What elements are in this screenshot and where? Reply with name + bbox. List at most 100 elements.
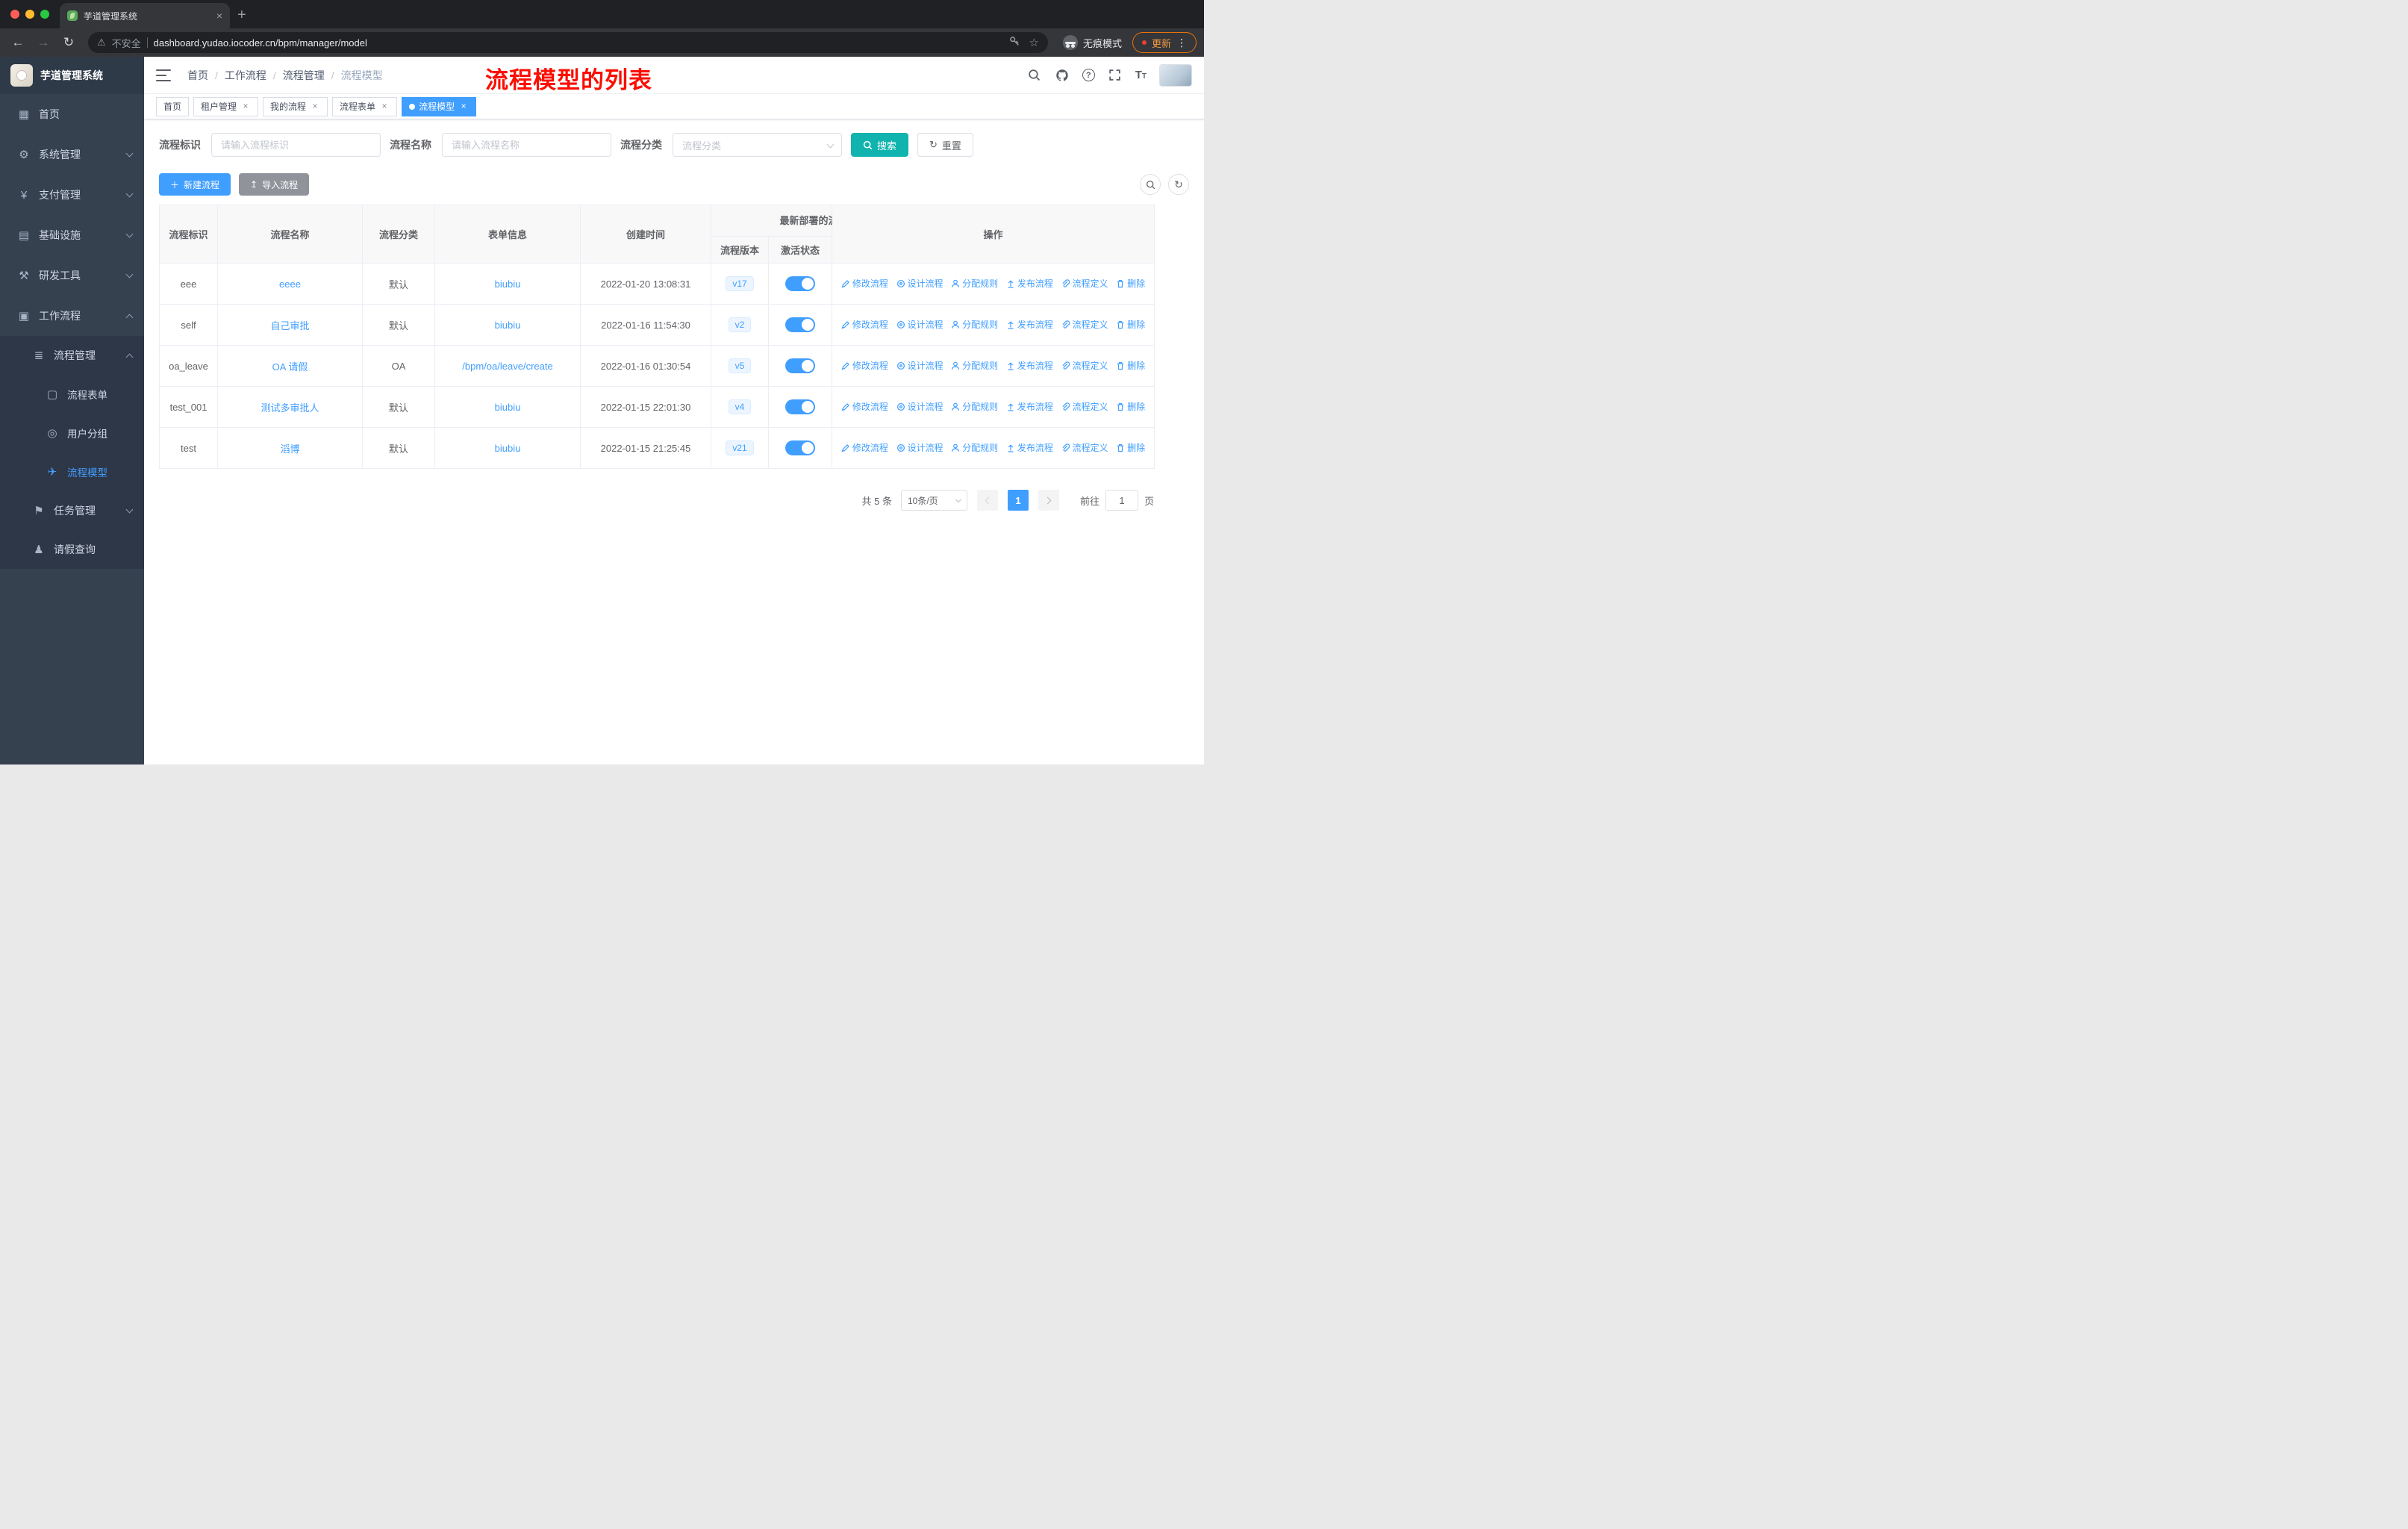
tag-tenant[interactable]: 租户管理 ×: [193, 96, 259, 116]
process-name-link[interactable]: 自己审批: [270, 320, 309, 331]
forward-icon[interactable]: →: [33, 32, 54, 53]
process-definition-link[interactable]: 流程定义: [1061, 441, 1108, 454]
current-page[interactable]: 1: [1007, 490, 1029, 511]
edit-process-link[interactable]: 修改流程: [841, 400, 888, 413]
process-definition-link[interactable]: 流程定义: [1061, 359, 1108, 372]
edit-process-link[interactable]: 修改流程: [841, 277, 888, 290]
design-process-link[interactable]: 设计流程: [896, 400, 943, 413]
font-size-icon[interactable]: TT: [1135, 69, 1147, 81]
page-size-select[interactable]: 10条/页: [900, 490, 967, 511]
browser-tab[interactable]: 芋道管理系统 ×: [60, 3, 230, 28]
sidebar-item-leave-query[interactable]: ♟ 请假查询: [0, 530, 144, 569]
process-key-input[interactable]: [211, 133, 381, 157]
password-key-icon[interactable]: [1009, 36, 1020, 47]
goto-page-input[interactable]: [1105, 490, 1138, 511]
address-bar[interactable]: ⚠ 不安全 dashboard.yudao.iocoder.cn/bpm/man…: [88, 32, 1048, 53]
toggle-search-button[interactable]: [1140, 174, 1161, 195]
delete-process-link[interactable]: 删除: [1116, 400, 1145, 413]
create-process-button[interactable]: ＋ 新建流程: [159, 173, 231, 196]
breadcrumb-workflow[interactable]: 工作流程: [225, 68, 266, 83]
collapse-sidebar-icon[interactable]: [156, 69, 171, 81]
design-process-link[interactable]: 设计流程: [896, 318, 943, 331]
breadcrumb-home[interactable]: 首页: [187, 68, 208, 83]
tag-process-form[interactable]: 流程表单 ×: [332, 96, 398, 116]
category-select[interactable]: 流程分类: [673, 133, 842, 157]
sidebar-item-workflow[interactable]: ▣ 工作流程: [0, 296, 144, 336]
search-icon[interactable]: [1027, 68, 1042, 83]
back-icon[interactable]: ←: [7, 32, 28, 53]
active-toggle[interactable]: [785, 317, 815, 332]
delete-process-link[interactable]: 删除: [1116, 359, 1145, 372]
assign-rule-link[interactable]: 分配规则: [951, 441, 998, 454]
security-label[interactable]: 不安全: [112, 36, 141, 50]
form-info-link[interactable]: biubiu: [495, 443, 521, 454]
version-badge[interactable]: v17: [726, 276, 754, 291]
process-name-link[interactable]: 滔博: [280, 443, 299, 455]
form-info-link[interactable]: /bpm/oa/leave/create: [462, 361, 552, 372]
delete-process-link[interactable]: 删除: [1116, 318, 1145, 331]
assign-rule-link[interactable]: 分配规则: [951, 359, 998, 372]
process-name-link[interactable]: eeee: [279, 278, 301, 290]
active-toggle[interactable]: [785, 276, 815, 291]
process-name-input[interactable]: [442, 133, 611, 157]
design-process-link[interactable]: 设计流程: [896, 441, 943, 454]
version-badge[interactable]: v4: [728, 399, 752, 414]
reload-icon[interactable]: ↻: [58, 32, 79, 53]
github-icon[interactable]: [1055, 68, 1070, 83]
sidebar-item-task-management[interactable]: ⚑ 任务管理: [0, 491, 144, 530]
next-page-button[interactable]: [1038, 490, 1059, 511]
delete-process-link[interactable]: 删除: [1116, 277, 1145, 290]
edit-process-link[interactable]: 修改流程: [841, 318, 888, 331]
process-definition-link[interactable]: 流程定义: [1061, 318, 1108, 331]
tag-my-process[interactable]: 我的流程 ×: [263, 96, 328, 116]
maximize-window-icon[interactable]: [40, 10, 49, 19]
tag-process-model[interactable]: 流程模型 ×: [402, 96, 477, 116]
close-icon[interactable]: ×: [310, 102, 320, 112]
delete-process-link[interactable]: 删除: [1116, 441, 1145, 454]
sidebar-item-user-group[interactable]: ◎ 用户分组: [0, 414, 144, 452]
fullscreen-icon[interactable]: [1108, 68, 1123, 83]
publish-process-link[interactable]: 发布流程: [1006, 359, 1053, 372]
prev-page-button[interactable]: [976, 490, 998, 511]
minimize-window-icon[interactable]: [25, 10, 34, 19]
close-window-icon[interactable]: [10, 10, 19, 19]
sidebar-item-process-model[interactable]: ✈ 流程模型: [0, 452, 144, 491]
process-name-link[interactable]: 测试多审批人: [261, 402, 319, 414]
version-badge[interactable]: v2: [728, 317, 752, 332]
publish-process-link[interactable]: 发布流程: [1006, 318, 1053, 331]
form-info-link[interactable]: biubiu: [495, 278, 521, 290]
user-avatar[interactable]: [1159, 63, 1192, 87]
sidebar-item-process-management[interactable]: ≣ 流程管理: [0, 336, 144, 375]
close-icon[interactable]: ×: [379, 102, 390, 112]
browser-menu-icon[interactable]: ⋮: [1176, 37, 1187, 49]
search-button[interactable]: 搜索: [851, 133, 909, 157]
version-badge[interactable]: v5: [728, 358, 752, 373]
assign-rule-link[interactable]: 分配规则: [951, 277, 998, 290]
close-icon[interactable]: ×: [458, 102, 469, 112]
close-icon[interactable]: ×: [240, 102, 251, 112]
edit-process-link[interactable]: 修改流程: [841, 441, 888, 454]
sidebar-item-payment[interactable]: ¥ 支付管理: [0, 175, 144, 215]
active-toggle[interactable]: [785, 399, 815, 414]
publish-process-link[interactable]: 发布流程: [1006, 400, 1053, 413]
assign-rule-link[interactable]: 分配规则: [951, 400, 998, 413]
import-process-button[interactable]: ↥ 导入流程: [239, 173, 310, 196]
sidebar-item-devtools[interactable]: ⚒ 研发工具: [0, 255, 144, 296]
version-badge[interactable]: v21: [726, 440, 754, 455]
publish-process-link[interactable]: 发布流程: [1006, 277, 1053, 290]
help-icon[interactable]: ?: [1082, 69, 1095, 81]
update-button[interactable]: 更新 ⋮: [1132, 32, 1197, 53]
form-info-link[interactable]: biubiu: [495, 402, 521, 413]
app-logo[interactable]: 芋道管理系统: [0, 57, 144, 94]
process-definition-link[interactable]: 流程定义: [1061, 277, 1108, 290]
bookmark-star-icon[interactable]: ☆: [1029, 36, 1039, 49]
url-text[interactable]: dashboard.yudao.iocoder.cn/bpm/manager/m…: [154, 37, 1003, 49]
active-toggle[interactable]: [785, 358, 815, 373]
sidebar-item-process-form[interactable]: ▢ 流程表单: [0, 375, 144, 414]
process-name-link[interactable]: OA 请假: [272, 361, 308, 373]
refresh-table-button[interactable]: ↻: [1168, 174, 1189, 195]
publish-process-link[interactable]: 发布流程: [1006, 441, 1053, 454]
active-toggle[interactable]: [785, 440, 815, 455]
sidebar-item-home[interactable]: ▦ 首页: [0, 94, 144, 134]
assign-rule-link[interactable]: 分配规则: [951, 318, 998, 331]
